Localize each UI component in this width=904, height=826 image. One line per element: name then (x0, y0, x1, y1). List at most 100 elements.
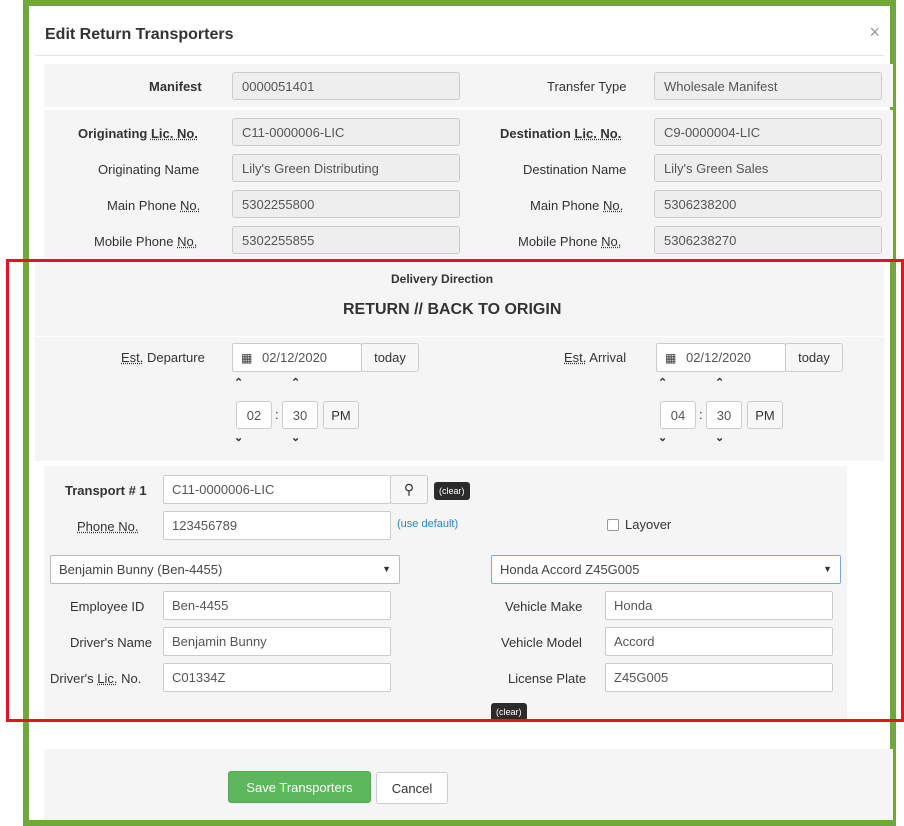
vehicle-model-input[interactable]: Accord (605, 627, 833, 656)
driver-name-input[interactable]: Benjamin Bunny (163, 627, 391, 656)
destination-mobile-phone-abbr: No. (601, 234, 622, 249)
phone-input[interactable]: 123456789 (163, 511, 391, 540)
destination-lic-field: C9-0000004-LIC (654, 118, 882, 146)
destination-name-label: Destination Name (523, 162, 627, 177)
transport-license-input[interactable]: C11-0000006-LIC (163, 475, 391, 504)
departure-minute-up-icon[interactable]: ⌃ (291, 376, 300, 389)
driver-lic-input[interactable]: C01334Z (163, 663, 391, 692)
origin-main-phone-label: Main Phone No. (107, 198, 200, 213)
vehicle-make-label: Vehicle Make (505, 599, 583, 614)
destination-main-phone-field: 5306238200 (654, 190, 882, 218)
departure-hour-input[interactable]: 02 (236, 401, 272, 429)
originating-lic-label-text: Originating (78, 126, 151, 141)
modal-header: Edit Return Transporters × (35, 12, 884, 56)
destination-mobile-phone-field: 5306238270 (654, 226, 882, 254)
arrival-hour-up-icon[interactable]: ⌃ (658, 376, 667, 389)
originating-lic-label-abbr: Lic. No. (150, 126, 198, 141)
arrival-minute-up-icon[interactable]: ⌃ (715, 376, 724, 389)
driver-lic-label-text: Driver's (50, 671, 98, 686)
close-icon[interactable]: × (869, 22, 880, 43)
license-plate-input[interactable]: Z45G005 (605, 663, 833, 692)
modal-frame: Edit Return Transporters × Manifest 0000… (23, 0, 896, 826)
employee-id-label: Employee ID (70, 599, 145, 614)
arrival-label-text: Arrival (586, 350, 627, 365)
manifest-label: Manifest (149, 79, 202, 94)
destination-lic-label: Destination Lic. No. (500, 126, 621, 141)
save-transporters-button[interactable]: Save Transporters (228, 771, 371, 803)
origin-mobile-phone-abbr: No. (177, 234, 198, 249)
departure-today-button[interactable]: today (361, 343, 419, 372)
origin-main-phone-text: Main Phone (107, 198, 180, 213)
search-icon: ⚲ (403, 481, 415, 497)
arrival-hour-input[interactable]: 04 (660, 401, 696, 429)
manifest-field: 0000051401 (232, 72, 460, 100)
driver-lic-label: Driver's Lic. No. (50, 671, 141, 686)
destination-main-phone-abbr: No. (603, 198, 624, 213)
vehicle-select-value: Honda Accord Z45G005 (500, 562, 640, 577)
layover-checkbox[interactable] (607, 519, 619, 531)
arrival-minute-input[interactable]: 30 (706, 401, 742, 429)
arrival-minute-down-icon[interactable]: ⌄ (715, 431, 724, 444)
departure-time-separator: : (275, 407, 279, 422)
departure-minute-input[interactable]: 30 (282, 401, 318, 429)
arrival-label-abbr: Est. (564, 350, 587, 365)
arrival-date-input[interactable]: ▦ 02/12/2020 (656, 343, 786, 372)
originating-name-label: Originating Name (98, 162, 200, 177)
departure-date-text: 02/12/2020 (261, 350, 328, 365)
destination-mobile-phone-label: Mobile Phone No. (518, 234, 621, 249)
origin-mobile-phone-field: 5302255855 (232, 226, 460, 254)
arrival-hour-down-icon[interactable]: ⌄ (658, 431, 667, 444)
arrival-ampm-toggle[interactable]: PM (747, 401, 783, 429)
calendar-icon: ▦ (665, 351, 677, 365)
calendar-icon: ▦ (241, 351, 253, 365)
transport-clear-button[interactable]: (clear) (434, 482, 470, 500)
origin-main-phone-abbr: No. (180, 198, 201, 213)
vehicle-make-input[interactable]: Honda (605, 591, 833, 620)
employee-id-input[interactable]: Ben-4455 (163, 591, 391, 620)
delivery-direction-label: Delivery Direction (391, 272, 494, 286)
originating-lic-label: Originating Lic. No. (78, 126, 198, 141)
transport-label: Transport # 1 (65, 483, 147, 498)
phone-label: Phone No. (77, 519, 138, 534)
departure-minute-down-icon[interactable]: ⌄ (291, 431, 300, 444)
destination-main-phone-label: Main Phone No. (530, 198, 623, 213)
originating-name-field: Lily's Green Distributing (232, 154, 460, 182)
driver-lic-label-suffix: No. (117, 671, 142, 686)
transfer-type-field: Wholesale Manifest (654, 72, 882, 100)
driver-select-value: Benjamin Bunny (Ben-4455) (59, 562, 223, 577)
departure-label-text: Departure (143, 350, 205, 365)
arrival-date-text: 02/12/2020 (685, 350, 752, 365)
driver-select[interactable]: Benjamin Bunny (Ben-4455) ▼ (50, 555, 400, 584)
arrival-label: Est. Arrival (564, 350, 626, 365)
destination-lic-label-abbr: Lic. No. (574, 126, 622, 141)
driver-lic-label-abbr: Lic. (97, 671, 118, 686)
originating-lic-field: C11-0000006-LIC (232, 118, 460, 146)
departure-date-input[interactable]: ▦ 02/12/2020 (232, 343, 362, 372)
departure-ampm-toggle[interactable]: PM (323, 401, 359, 429)
vehicle-select[interactable]: Honda Accord Z45G005 ▼ (491, 555, 841, 584)
driver-name-label: Driver's Name (70, 635, 152, 650)
search-button[interactable]: ⚲ (390, 475, 428, 504)
vehicle-clear-button[interactable]: (clear) (491, 703, 527, 721)
layover-label: Layover (625, 517, 672, 532)
departure-hour-up-icon[interactable]: ⌃ (234, 376, 243, 389)
arrival-today-button[interactable]: today (785, 343, 843, 372)
origin-main-phone-field: 5302255800 (232, 190, 460, 218)
origin-mobile-phone-text: Mobile Phone (94, 234, 178, 249)
chevron-down-icon: ▼ (382, 564, 391, 574)
destination-main-phone-text: Main Phone (530, 198, 603, 213)
chevron-down-icon: ▼ (823, 564, 832, 574)
vehicle-model-label: Vehicle Model (501, 635, 582, 650)
destination-name-field: Lily's Green Sales (654, 154, 882, 182)
arrival-time-separator: : (699, 407, 703, 422)
cancel-button[interactable]: Cancel (376, 772, 448, 804)
use-default-link[interactable]: (use default) (397, 518, 458, 530)
destination-mobile-phone-text: Mobile Phone (518, 234, 602, 249)
departure-label: Est. Departure (121, 350, 205, 365)
departure-hour-down-icon[interactable]: ⌄ (234, 431, 243, 444)
delivery-direction-value: RETURN // BACK TO ORIGIN (343, 301, 562, 318)
footer-panel (44, 749, 893, 820)
departure-label-abbr: Est. (121, 350, 144, 365)
modal-title: Edit Return Transporters (45, 26, 234, 43)
destination-lic-label-text: Destination (500, 126, 575, 141)
